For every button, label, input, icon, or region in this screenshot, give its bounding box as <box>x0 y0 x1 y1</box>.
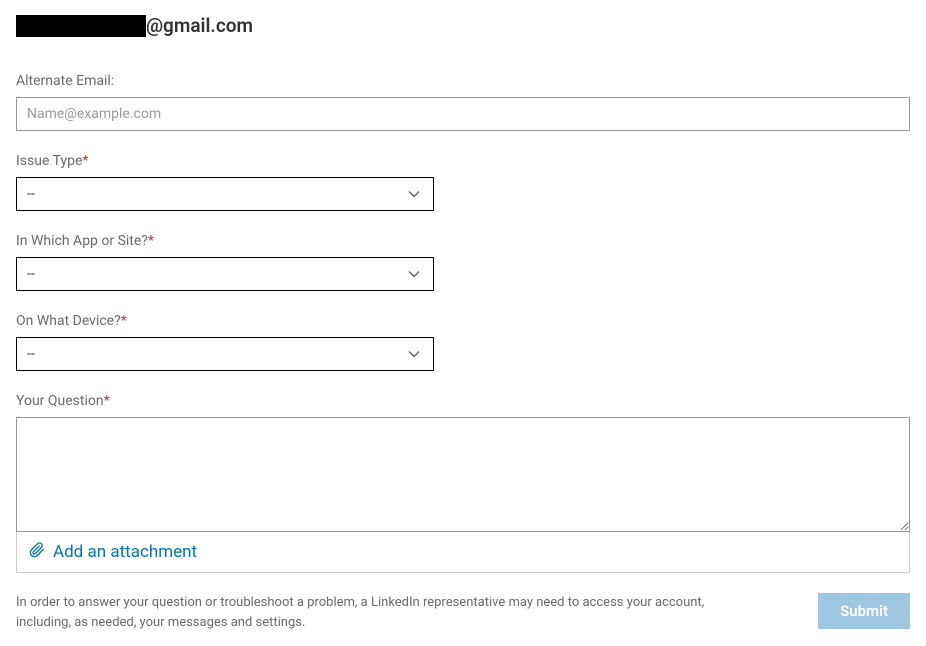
app-or-site-group: In Which App or Site?* -- <box>16 233 910 291</box>
app-or-site-select[interactable]: -- <box>16 257 434 291</box>
app-or-site-select-wrapper: -- <box>16 257 434 291</box>
alternate-email-label: Alternate Email: <box>16 73 910 89</box>
paperclip-icon <box>29 542 45 562</box>
device-group: On What Device?* -- <box>16 313 910 371</box>
add-attachment-link[interactable]: Add an attachment <box>53 542 197 562</box>
footer-row: In order to answer your question or trou… <box>16 593 910 632</box>
disclaimer-text: In order to answer your question or trou… <box>16 593 736 632</box>
app-or-site-label: In Which App or Site?* <box>16 233 910 249</box>
alternate-email-input[interactable] <box>16 97 910 131</box>
redacted-email-prefix <box>16 15 146 37</box>
question-textarea[interactable] <box>16 417 910 532</box>
question-label: Your Question* <box>16 393 910 409</box>
attachment-bar: Add an attachment <box>16 532 910 573</box>
email-suffix: @gmail.com <box>146 14 253 37</box>
issue-type-select-wrapper: -- <box>16 177 434 211</box>
issue-type-label: Issue Type* <box>16 153 910 169</box>
issue-type-group: Issue Type* -- <box>16 153 910 211</box>
submit-button[interactable]: Submit <box>818 593 910 629</box>
primary-email-display: @gmail.com <box>16 14 910 37</box>
device-select[interactable]: -- <box>16 337 434 371</box>
issue-type-select[interactable]: -- <box>16 177 434 211</box>
alternate-email-group: Alternate Email: <box>16 73 910 131</box>
question-group: Your Question* Add an attachment <box>16 393 910 573</box>
device-label: On What Device?* <box>16 313 910 329</box>
device-select-wrapper: -- <box>16 337 434 371</box>
